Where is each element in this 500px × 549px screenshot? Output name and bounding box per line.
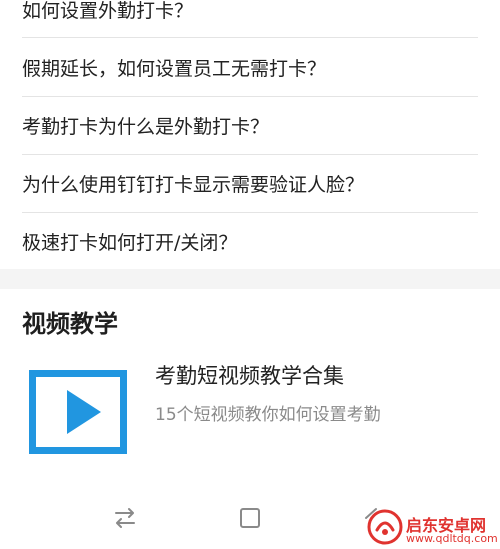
faq-item-label: 为什么使用钉钉打卡显示需要验证人脸？ [22, 173, 365, 196]
section-title: 视频教学 [22, 310, 118, 338]
section-separator [0, 269, 500, 289]
watermark-logo-icon [367, 509, 403, 545]
video-subtitle: 15个短视频教你如何设置考勤 [155, 405, 381, 425]
watermark-url: www.qdltdq.com [406, 532, 498, 545]
switch-arrows-icon[interactable] [105, 500, 145, 536]
faq-item-label: 极速打卡如何打开/关闭？ [22, 231, 238, 254]
faq-item-label: 考勤打卡为什么是外勤打卡？ [22, 115, 270, 138]
faq-item[interactable]: 假期延长，如何设置员工无需打卡？ [22, 38, 478, 96]
square-home-icon[interactable] [230, 500, 270, 536]
play-icon [67, 390, 101, 434]
faq-item[interactable]: 如何设置外勤打卡？ [22, 0, 478, 38]
faq-item[interactable]: 考勤打卡为什么是外勤打卡？ [22, 96, 478, 154]
faq-item[interactable]: 为什么使用钉钉打卡显示需要验证人脸？ [22, 154, 478, 212]
faq-item-label: 假期延长，如何设置员工无需打卡？ [22, 57, 327, 80]
video-card[interactable]: 考勤短视频教学合集 15个短视频教你如何设置考勤 [0, 350, 500, 470]
faq-item[interactable]: 极速打卡如何打开/关闭？ [22, 212, 478, 270]
watermark: 启东安卓网 www.qdltdq.com [366, 500, 500, 549]
faq-item-label: 如何设置外勤打卡？ [22, 0, 194, 22]
video-thumbnail[interactable] [29, 370, 127, 454]
video-title: 考勤短视频教学合集 [155, 364, 344, 388]
